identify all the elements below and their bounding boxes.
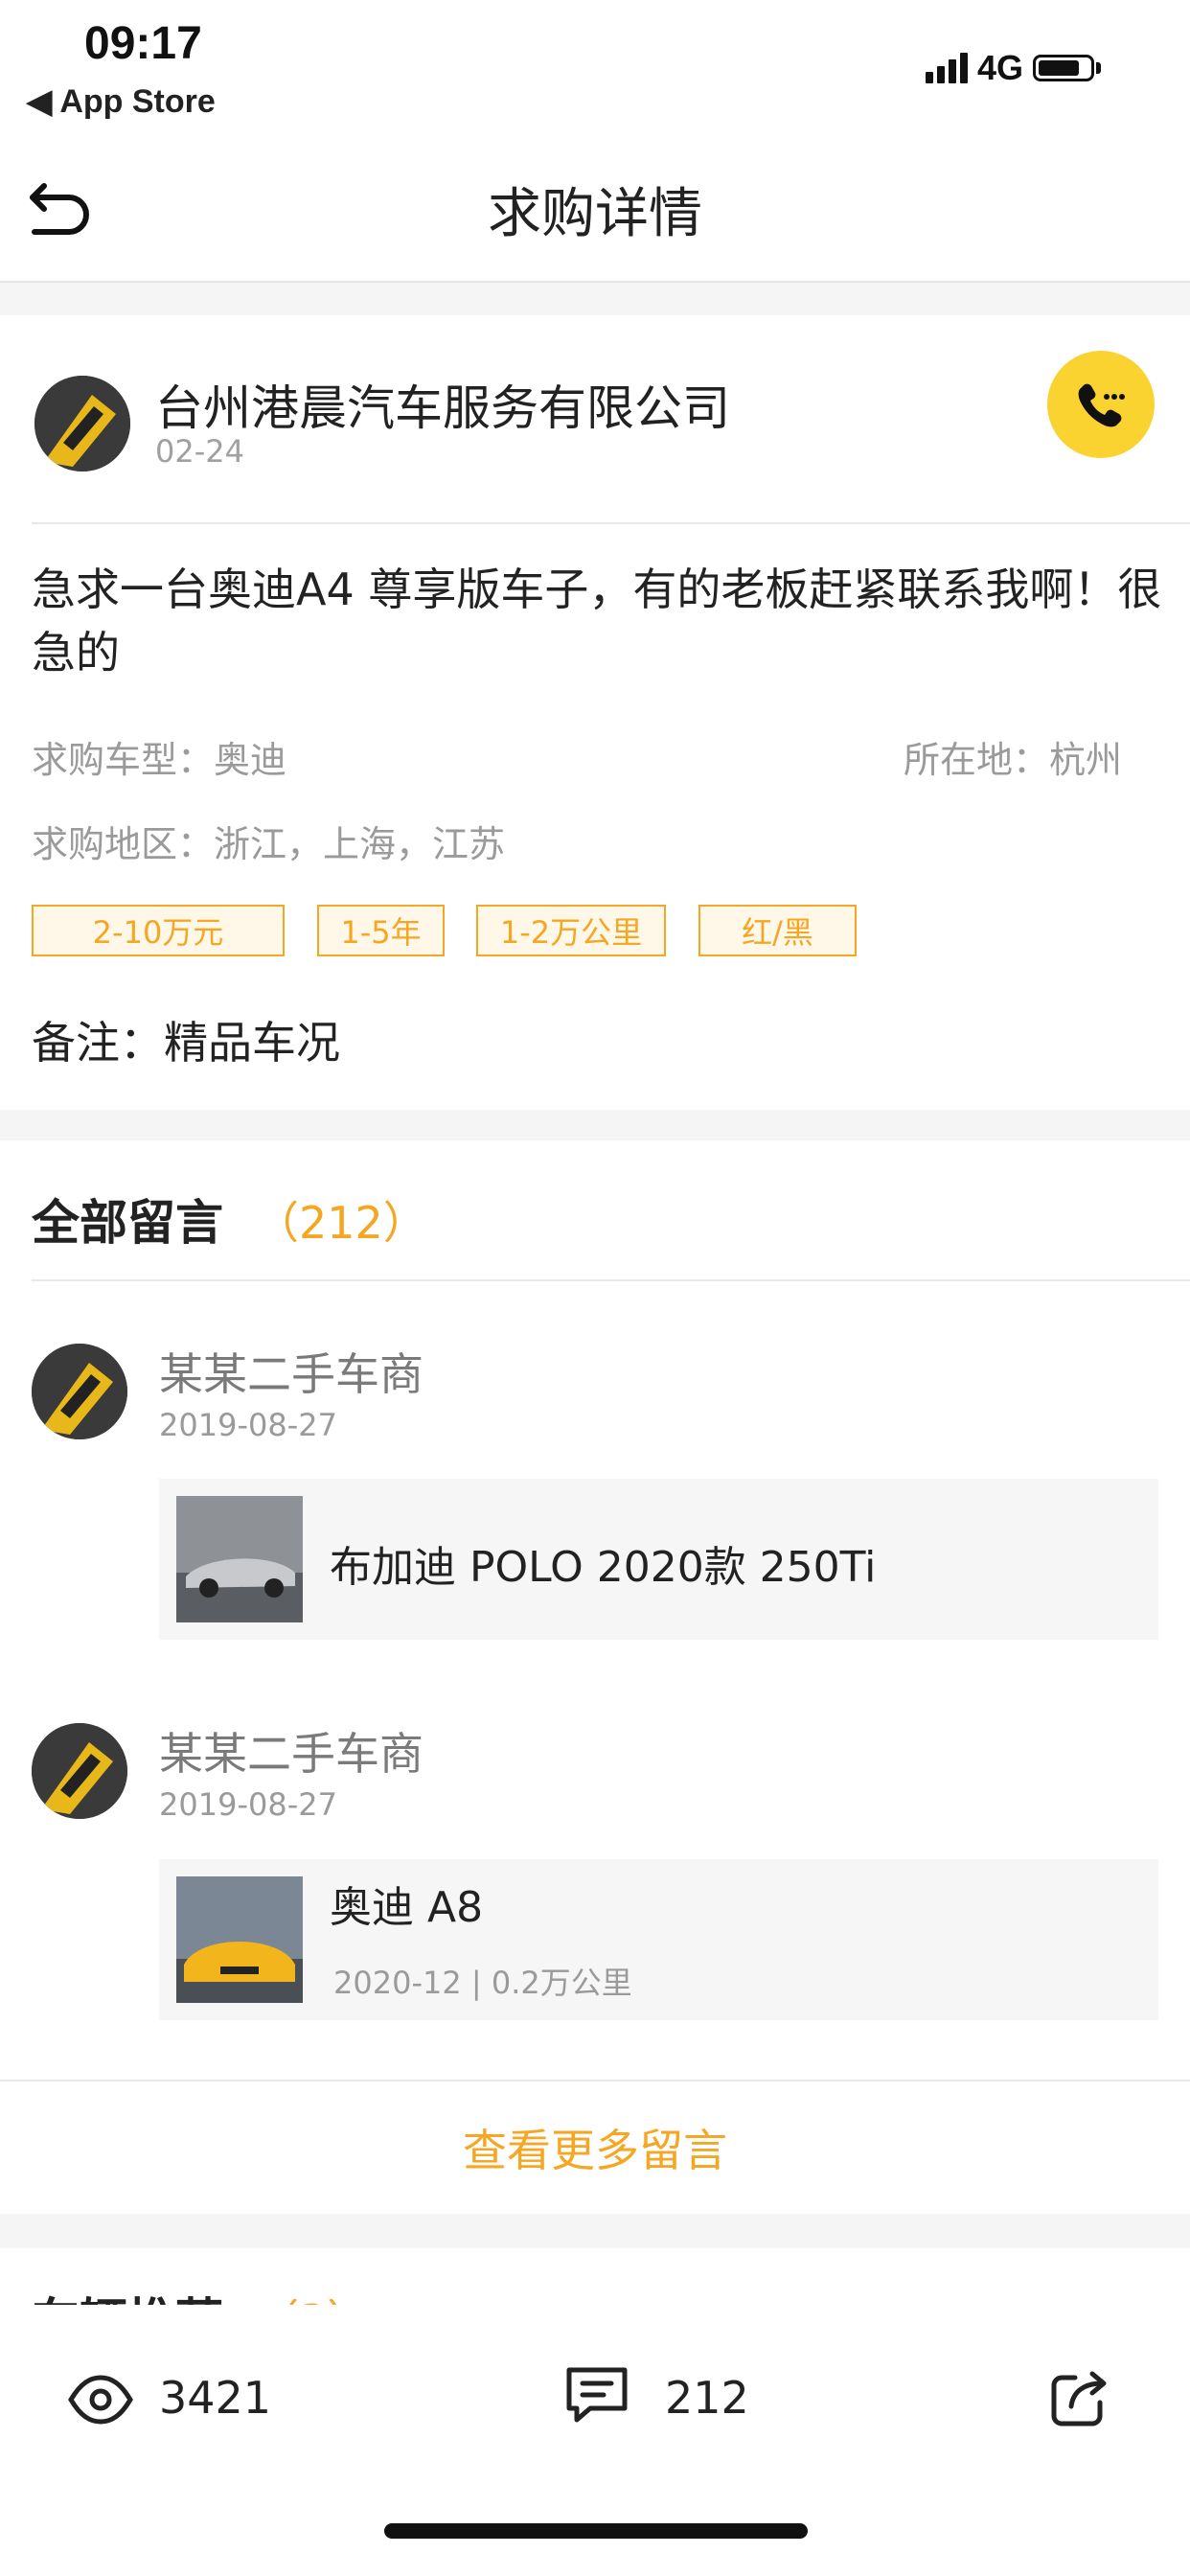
avatar[interactable] <box>32 1344 127 1439</box>
more-divider <box>0 2080 1190 2082</box>
view-more-comments-link[interactable]: 查看更多留言 <box>0 2116 1190 2179</box>
eye-icon[interactable] <box>67 2366 134 2433</box>
view-count: 3421 <box>159 2372 272 2424</box>
car-card[interactable]: 布加迪 POLO 2020款 250Ti <box>159 1479 1158 1640</box>
request-remark: 备注：精品车况 <box>32 1017 340 1069</box>
car-subtitle: 2020-12 | 0.2万公里 <box>333 1965 632 2001</box>
car-thumbnail <box>176 1876 303 2003</box>
car-title: 奥迪 A8 <box>330 1883 484 1932</box>
comment-count: 212 <box>665 2372 749 2424</box>
avatar[interactable] <box>32 1723 127 1819</box>
avatar[interactable] <box>34 376 130 472</box>
battery-cap <box>1096 62 1102 74</box>
battery-icon <box>1033 55 1095 81</box>
status-indicators: 4G <box>926 44 1102 92</box>
comment-date: 2019-08-27 <box>159 1786 337 1823</box>
company-name: 台州港晨汽车服务有限公司 <box>155 380 730 436</box>
car-thumbnail <box>176 1496 303 1622</box>
back-to-app-store[interactable]: ◀ App Store <box>27 82 216 121</box>
request-model: 求购车型：奥迪 <box>32 739 287 781</box>
car-card[interactable]: 奥迪 A8 2020-12 | 0.2万公里 <box>159 1859 1158 2020</box>
request-location: 所在地：杭州 <box>904 739 1123 781</box>
tag-mileage: 1-2万公里 <box>476 905 666 956</box>
commenter-name: 某某二手车商 <box>159 1348 423 1400</box>
comment-date: 2019-08-27 <box>159 1407 337 1443</box>
tag-price: 2-10万元 <box>32 905 285 956</box>
share-icon[interactable] <box>1046 2362 1113 2429</box>
section-gap <box>0 1110 1190 1140</box>
post-date: 02-24 <box>155 433 244 470</box>
tag-color: 红/黑 <box>698 905 857 956</box>
comments-divider <box>32 1279 1190 1281</box>
phone-icon <box>1078 383 1125 427</box>
request-regions: 求购地区：浙江，上海，江苏 <box>32 823 506 865</box>
comments-title: 全部留言 <box>32 1195 223 1251</box>
tag-age: 1-5年 <box>317 905 445 956</box>
card-divider <box>32 522 1190 524</box>
network-type: 4G <box>977 48 1024 87</box>
commenter-name: 某某二手车商 <box>159 1728 423 1780</box>
signal-icon <box>926 53 968 83</box>
car-title: 布加迪 POLO 2020款 250Ti <box>330 1543 877 1592</box>
home-indicator[interactable] <box>384 2523 808 2539</box>
section-gap <box>0 283 1190 315</box>
status-time: 09:17 <box>84 18 202 69</box>
page-title: 求购详情 <box>488 183 702 245</box>
comment-icon[interactable] <box>563 2362 630 2429</box>
call-button[interactable] <box>1047 351 1155 458</box>
section-gap <box>0 2214 1190 2248</box>
comments-count: （212） <box>255 1197 427 1249</box>
request-description: 急求一台奥迪A4 尊享版车子，有的老板赶紧联系我啊！很急的 <box>32 564 1162 678</box>
